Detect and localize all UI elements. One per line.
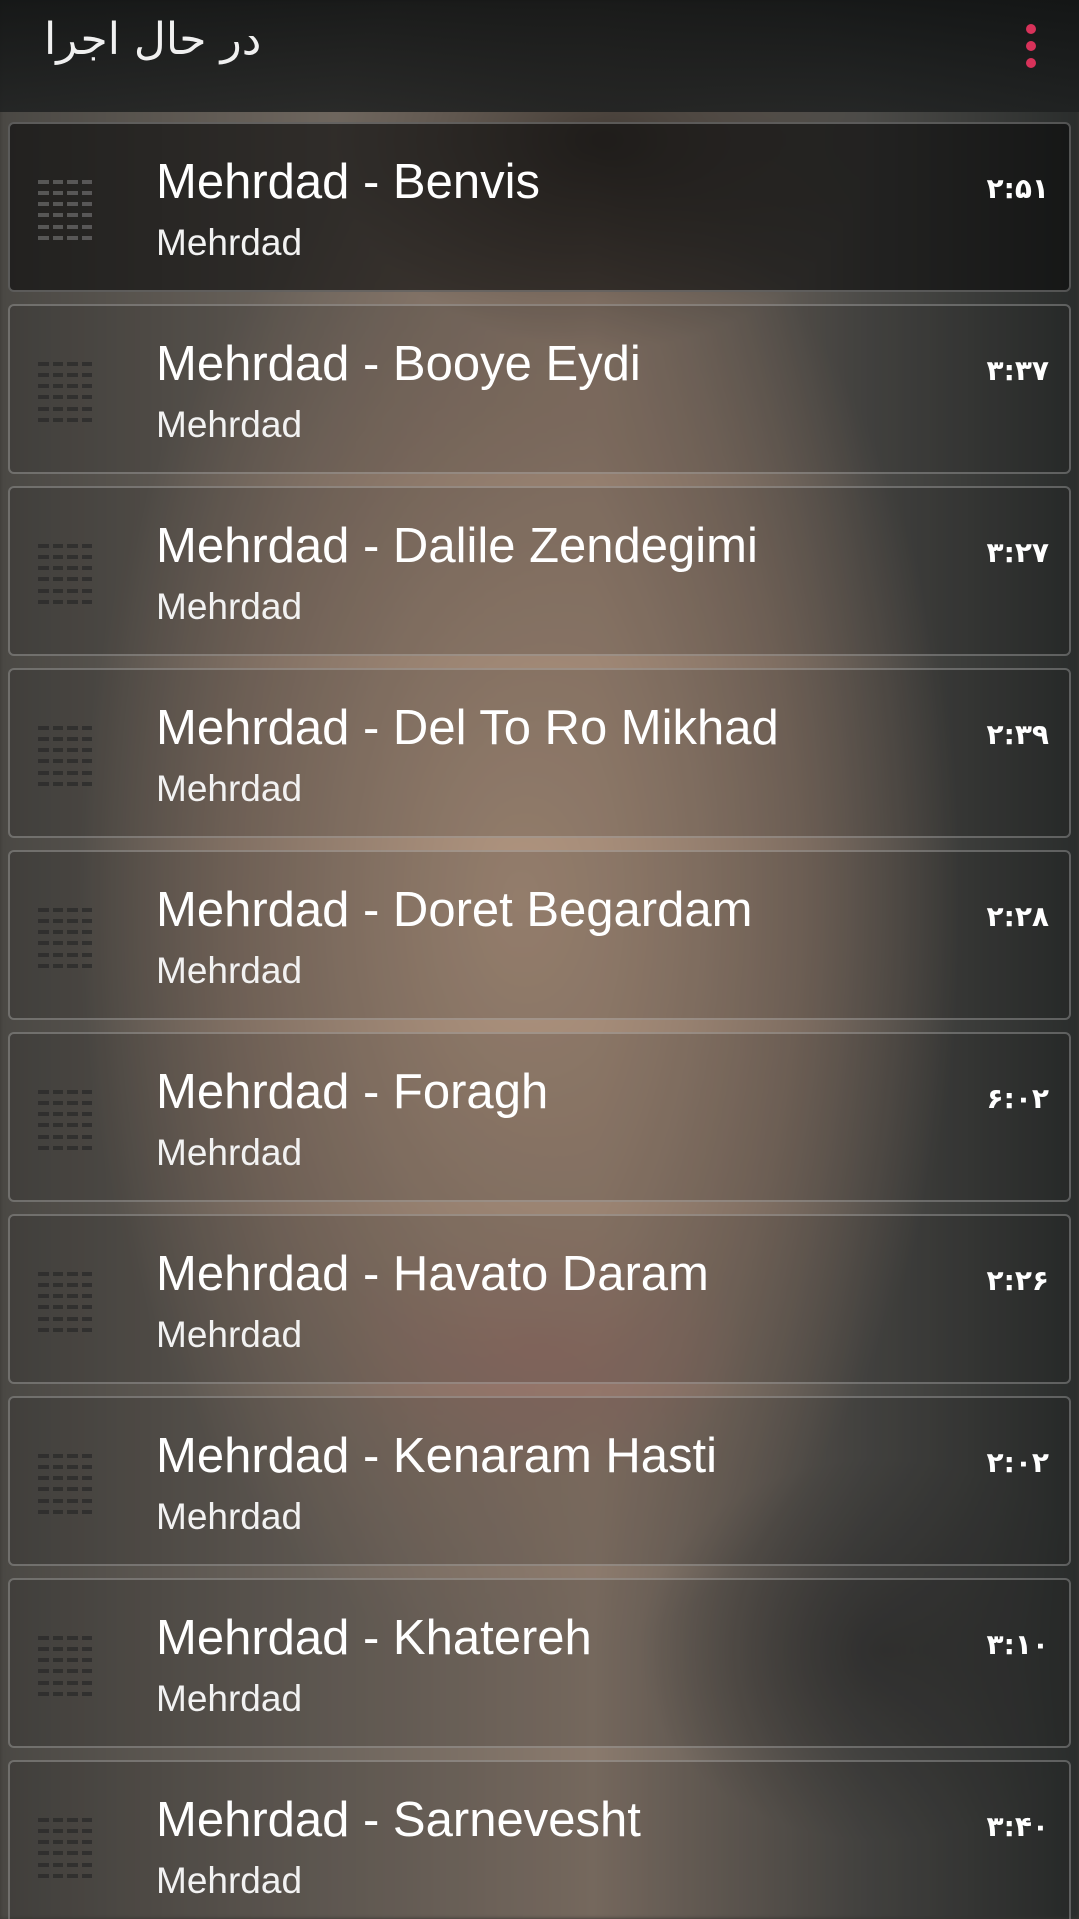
drag-handle-icon[interactable] (38, 726, 92, 788)
song-duration: ۳:۱۰ (986, 1628, 1049, 1661)
song-duration: ۲:۲۶ (986, 1264, 1049, 1297)
playlist-item[interactable]: Mehrdad - Doret Begardam Mehrdad ۲:۲۸ (8, 850, 1071, 1020)
drag-handle-icon[interactable] (38, 1090, 92, 1152)
song-title: Mehrdad - Havato Daram (156, 1247, 709, 1301)
song-artist: Mehrdad (156, 222, 303, 263)
song-duration: ۲:۲۸ (986, 900, 1049, 933)
song-title: Mehrdad - Kenaram Hasti (156, 1429, 718, 1483)
playlist-item[interactable]: Mehrdad - Booye Eydi Mehrdad ۳:۳۷ (8, 304, 1071, 474)
song-title: Mehrdad - Dalile Zendegimi (156, 519, 758, 573)
song-title: Mehrdad - Benvis (156, 155, 541, 209)
playlist-item[interactable]: Mehrdad - Havato Daram Mehrdad ۲:۲۶ (8, 1214, 1071, 1384)
drag-handle-icon[interactable] (38, 1636, 92, 1698)
song-artist: Mehrdad (156, 1314, 303, 1355)
song-title: Mehrdad - Khatereh (156, 1611, 592, 1665)
song-artist: Mehrdad (156, 1132, 303, 1173)
drag-handle-icon[interactable] (38, 1454, 92, 1516)
more-vert-icon-dot (1026, 41, 1036, 51)
playlist-item[interactable]: Mehrdad - Del To Ro Mikhad Mehrdad ۲:۳۹ (8, 668, 1071, 838)
song-duration: ۲:۳۹ (986, 718, 1049, 751)
song-artist: Mehrdad (156, 586, 303, 627)
song-duration: ۳:۳۷ (986, 354, 1049, 387)
song-duration: ۳:۴۰ (986, 1810, 1049, 1843)
song-title: Mehrdad - Booye Eydi (156, 337, 641, 391)
playlist-item[interactable]: Mehrdad - Foragh Mehrdad ۶:۰۲ (8, 1032, 1071, 1202)
drag-handle-icon[interactable] (38, 544, 92, 606)
song-artist: Mehrdad (156, 404, 303, 445)
playlist-item[interactable]: Mehrdad - Sarnevesht Mehrdad ۳:۴۰ (8, 1760, 1071, 1919)
more-vert-icon (1026, 24, 1036, 34)
song-duration: ۶:۰۲ (986, 1082, 1049, 1115)
song-artist: Mehrdad (156, 950, 303, 991)
playlist-item[interactable]: Mehrdad - Benvis Mehrdad ۲:۵۱ (8, 122, 1071, 292)
song-artist: Mehrdad (156, 768, 303, 809)
song-duration: ۲:۵۱ (986, 172, 1049, 205)
now-playing-list: Mehrdad - Benvis Mehrdad ۲:۵۱ Mehrdad - … (8, 122, 1071, 1919)
drag-handle-icon[interactable] (38, 362, 92, 424)
song-duration: ۲:۰۲ (986, 1446, 1049, 1479)
song-artist: Mehrdad (156, 1860, 303, 1901)
song-title: Mehrdad - Foragh (156, 1065, 549, 1119)
drag-handle-icon[interactable] (38, 908, 92, 970)
drag-handle-icon[interactable] (38, 1272, 92, 1334)
app-bar: در حال اجرا (0, 0, 1079, 112)
song-title: Mehrdad - Del To Ro Mikhad (156, 701, 779, 755)
playlist-item[interactable]: Mehrdad - Dalile Zendegimi Mehrdad ۳:۲۷ (8, 486, 1071, 656)
drag-handle-icon[interactable] (38, 180, 92, 242)
song-artist: Mehrdad (156, 1678, 303, 1719)
playlist-item[interactable]: Mehrdad - Kenaram Hasti Mehrdad ۲:۰۲ (8, 1396, 1071, 1566)
page-title: در حال اجرا (44, 14, 262, 65)
drag-handle-icon[interactable] (38, 1818, 92, 1880)
more-vert-icon-dot (1026, 58, 1036, 68)
playlist-item[interactable]: Mehrdad - Khatereh Mehrdad ۳:۱۰ (8, 1578, 1071, 1748)
song-duration: ۳:۲۷ (986, 536, 1049, 569)
song-title: Mehrdad - Sarnevesht (156, 1793, 641, 1847)
song-title: Mehrdad - Doret Begardam (156, 883, 753, 937)
song-artist: Mehrdad (156, 1496, 303, 1537)
more-options-button[interactable] (1007, 16, 1055, 76)
